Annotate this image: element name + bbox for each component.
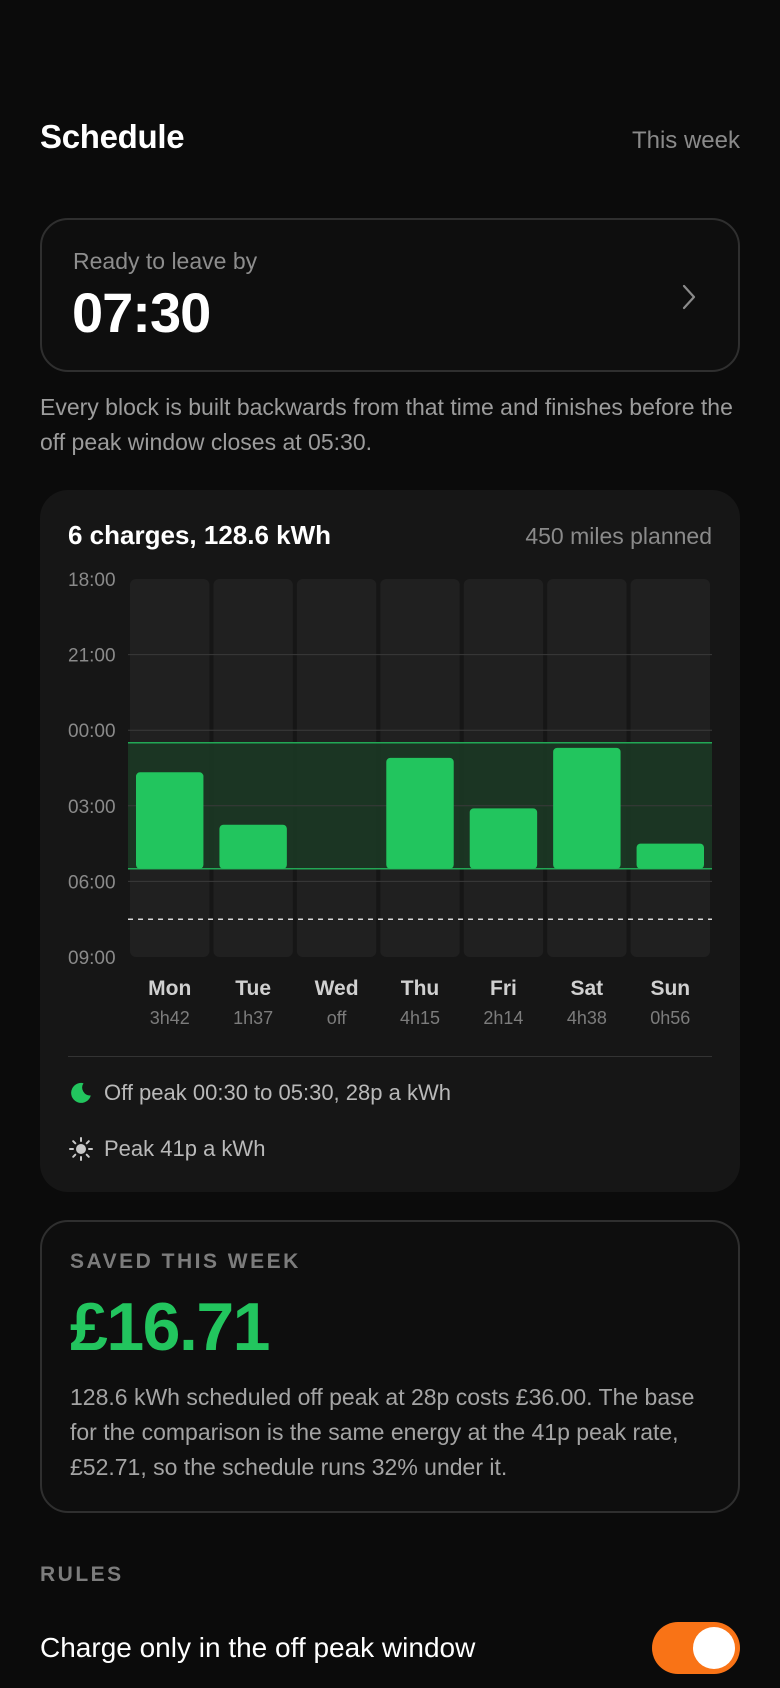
chevron-right-icon [682,284,696,310]
leave-time: 07:30 [72,281,211,344]
sun-icon [69,1137,93,1161]
y-tick-label: 00:00 [68,721,116,742]
day-label: Fri [490,977,517,1000]
y-tick-label: 21:00 [68,646,116,667]
charge-bar [553,747,621,869]
y-tick-label: 18:00 [68,570,116,591]
page-title: Schedule [40,118,185,155]
day-duration: 2h14 [483,1008,523,1028]
y-tick-label: 09:00 [68,948,116,969]
leave-time-card[interactable]: Ready to leave by 07:30 [40,218,740,372]
legend-peak: Peak 41p a kWh [68,1136,265,1162]
legend-peak-label: Peak 41p a kWh [104,1136,266,1161]
charge-bar [136,772,204,869]
schedule-explanation: Every block is built backwards from that… [40,394,733,455]
savings-amount: £16.71 [70,1289,270,1365]
rule-offpeak-only: Charge only in the off peak window [40,1622,740,1674]
charge-bar [636,843,704,869]
rules-heading: RULES [40,1563,124,1586]
legend-offpeak-label: Off peak 00:30 to 05:30, 28p a kWh [104,1080,451,1105]
savings-detail: 128.6 kWh scheduled off peak at 28p cost… [70,1384,695,1480]
day-label: Tue [235,977,271,1000]
day-duration: 1h37 [233,1008,273,1028]
schedule-chart-card: 6 charges, 128.6 kWh 450 miles planned 1… [40,490,740,1192]
savings-label: SAVED THIS WEEK [70,1250,301,1273]
toggle-knob [693,1627,735,1669]
y-tick-label: 06:00 [68,872,116,893]
day-duration: off [327,1008,348,1028]
charge-bar [386,757,454,869]
day-label: Wed [315,977,359,1000]
offpeak-only-toggle[interactable] [652,1622,740,1674]
day-label: Sun [650,977,690,1000]
day-duration: 4h38 [567,1008,607,1028]
y-tick-label: 03:00 [68,797,116,818]
day-label: Mon [148,977,191,1000]
chart-divider [68,1056,712,1057]
legend-offpeak: Off peak 00:30 to 05:30, 28p a kWh [68,1080,451,1106]
period-selector[interactable]: This week [632,127,740,155]
day-duration: 4h15 [400,1008,440,1028]
day-label: Thu [401,977,439,1000]
schedule-chart: 18:00 21:00 00:00 03:00 06:00 09:00 Mon 3h42 Tue… [68,570,712,1028]
charge-bar [219,824,287,869]
day-duration: 3h42 [150,1008,190,1028]
page-header: Schedule This week [40,118,740,156]
savings-card: SAVED THIS WEEK £16.71 128.6 kWh schedul… [40,1220,740,1513]
day-duration: 0h56 [650,1008,690,1028]
day-label: Sat [571,977,604,1000]
leave-label: Ready to leave by [73,248,258,274]
rule-label: Charge only in the off peak window [40,1632,476,1663]
charge-bar [469,808,538,869]
moon-icon [71,1082,91,1103]
